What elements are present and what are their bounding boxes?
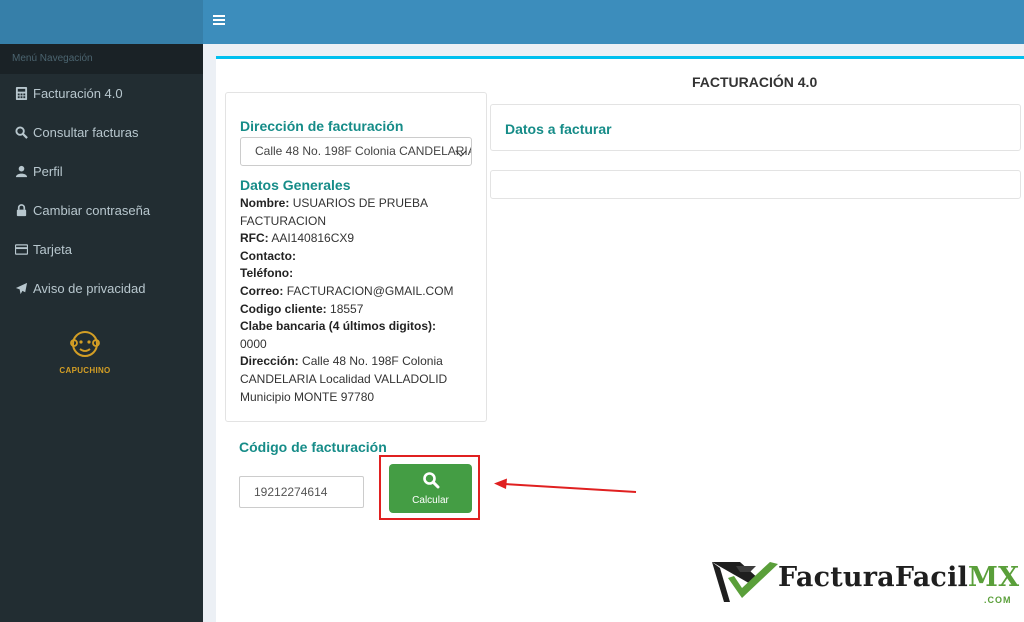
contacto-label: Contacto:	[240, 248, 296, 263]
sidebar-heading: Menú Navegación	[0, 44, 203, 74]
sidebar-item-label: Tarjeta	[33, 242, 73, 257]
main-content: FACTURACIÓN 4.0 Dirección de facturación…	[216, 56, 1024, 622]
billing-address-value: Calle 48 No. 198F Colonia CANDELARIA	[255, 144, 472, 158]
sidebar-item-consultar[interactable]: Consultar facturas	[0, 113, 203, 152]
rfc-label: RFC:	[240, 231, 269, 246]
clabe-value: 0000	[240, 336, 267, 351]
billing-address-select[interactable]: Calle 48 No. 198F Colonia CANDELARIA	[240, 137, 472, 166]
correo-label: Correo:	[240, 283, 284, 298]
monkey-logo-icon	[70, 331, 100, 357]
sidebar-item-label: Facturación 4.0	[33, 86, 123, 101]
watermark-domain: .COM	[984, 595, 1012, 605]
general-data-info: Nombre: USUARIOS DE PRUEBA FACTURACION R…	[240, 195, 480, 406]
sidebar-item-aviso[interactable]: Aviso de privacidad	[0, 269, 203, 308]
search-icon	[422, 472, 439, 489]
page-title: FACTURACIÓN 4.0	[692, 74, 818, 90]
customer-card: Dirección de facturación Calle 48 No. 19…	[225, 92, 487, 422]
lock-icon	[14, 204, 28, 218]
paper-plane-icon	[14, 282, 28, 296]
codigo-cliente-value: 18557	[330, 301, 364, 316]
header-logo-area	[0, 0, 203, 44]
telefono-label: Teléfono:	[240, 266, 294, 281]
general-data-title: Datos Generales	[240, 177, 351, 193]
sidebar: Menú Navegación Facturación 4.0 Consulta…	[0, 44, 203, 622]
clabe-label: Clabe bancaria (4 últimos digitos):	[240, 319, 437, 334]
billing-code-input[interactable]: 19212274614	[239, 476, 364, 508]
facturafacil-logo-icon	[712, 562, 778, 602]
user-icon	[14, 165, 28, 179]
brand-name: CAPUCHINO	[59, 366, 111, 375]
sidebar-item-label: Cambiar contraseña	[33, 203, 151, 218]
brand-logo: CAPUCHINO	[50, 329, 120, 375]
annotation-arrow-icon	[494, 478, 637, 493]
invoice-data-title: Datos a facturar	[505, 121, 612, 137]
billing-address-title: Dirección de facturación	[240, 118, 404, 134]
invoice-data-panel	[490, 170, 1021, 199]
credit-card-icon	[14, 243, 28, 257]
billing-code-title: Código de facturación	[239, 439, 387, 455]
invoice-data-card: Datos a facturar	[490, 104, 1021, 151]
sidebar-item-label: Consultar facturas	[33, 125, 139, 140]
sidebar-item-perfil[interactable]: Perfil	[0, 152, 203, 191]
sidebar-item-facturacion[interactable]: Facturación 4.0	[0, 74, 203, 113]
calculator-icon	[14, 87, 28, 101]
calculate-button-label: Calcular	[412, 495, 449, 506]
calculate-button[interactable]: Calcular	[389, 464, 472, 513]
top-header	[0, 0, 1024, 44]
sidebar-item-label: Aviso de privacidad	[33, 281, 146, 296]
watermark-mx: MX	[968, 562, 1020, 593]
watermark-name: FacturaFacil	[778, 562, 968, 593]
watermark-text: FacturaFacilMX	[778, 562, 1019, 593]
nombre-label: Nombre:	[240, 196, 290, 210]
sidebar-item-cambiar-contrasena[interactable]: Cambiar contraseña	[0, 191, 203, 230]
sidebar-item-label: Perfil	[33, 164, 63, 179]
search-icon	[14, 126, 28, 140]
rfc-value: AAI140816CX9	[271, 231, 355, 246]
direccion-label: Dirección:	[240, 354, 299, 369]
facturafacil-watermark: FacturaFacilMX .COM	[708, 556, 1019, 610]
sidebar-item-tarjeta[interactable]: Tarjeta	[0, 230, 203, 269]
correo-value: FACTURACION@GMAIL.COM	[286, 283, 454, 298]
hamburger-icon[interactable]	[213, 13, 231, 31]
codigo-cliente-label: Codigo cliente:	[240, 301, 327, 316]
